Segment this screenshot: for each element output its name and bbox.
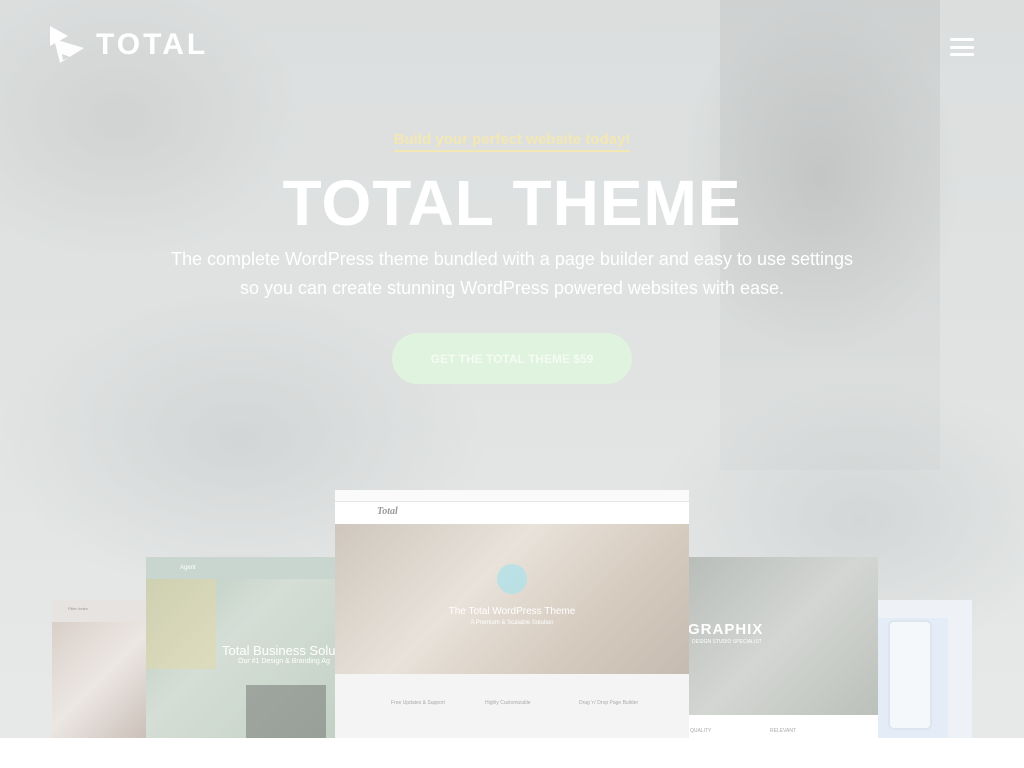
buy-theme-button[interactable]: GET THE TOTAL THEME $59 [392,333,632,384]
site-header: TOTAL [0,0,1024,90]
hexagon-logo-icon [497,564,527,594]
hero-tagline[interactable]: Build your perfect website today! [0,131,1024,152]
demo-screenshot-agent[interactable]: Agent Total Business Solu Our #1 Design … [146,557,346,738]
demo-title: GRAPHIX [688,621,764,638]
demo-screenshot-graphix[interactable]: GRAPHIX DESIGN STUDIO SPECIALIST QUALITY… [688,557,878,738]
demo-footer [688,715,878,738]
demo-hero-image: The Total WordPress Theme A Premium & Sc… [335,524,689,674]
demo-subtitle: DESIGN STUDIO SPECIALIST [692,639,762,645]
phone-mockup-image [888,620,932,730]
demo-screenshot-total[interactable]: Total The Total WordPress Theme A Premiu… [335,490,689,738]
demo-feature: Drag 'n' Drop Page Builder [579,700,639,706]
demo-feature: Highly Customizable [485,700,531,706]
demo-image [52,622,147,738]
total-logo-icon [50,26,86,64]
hamburger-menu-icon[interactable] [950,38,974,56]
logo-text: TOTAL [96,28,209,61]
demo-screenshot-filter[interactable]: Filter Index [52,600,147,738]
demo-topbar [335,490,689,502]
page-bottom-strip [0,738,1024,768]
demo-title: The Total WordPress Theme [448,606,576,617]
hero-subtitle: The complete WordPress theme bundled wit… [170,249,854,298]
demo-logo: Agent [180,565,196,571]
demo-subtitle: A Premium & Scalable Solution [470,620,554,626]
demo-footer-item: RELEVANT [770,728,797,734]
site-logo[interactable]: TOTAL [50,26,208,64]
demo-screenshot-app[interactable] [878,600,972,738]
hero-tagline-link[interactable]: Build your perfect website today! [393,131,631,152]
demo-accent-shape [146,579,216,669]
demo-logo: Total [377,506,398,517]
demo-title: Total Business Solu [222,643,336,658]
demo-nav: Total [335,502,689,524]
demo-nav [146,557,346,579]
demo-feature: Free Updates & Support [391,700,445,706]
demo-footer-item: QUALITY [690,728,712,734]
hero-title: TOTAL THEME [282,167,742,239]
demo-label: Filter Index [68,606,88,611]
demo-subtitle: Our #1 Design & Branding Ag [238,658,330,665]
demo-device-image [246,685,326,738]
